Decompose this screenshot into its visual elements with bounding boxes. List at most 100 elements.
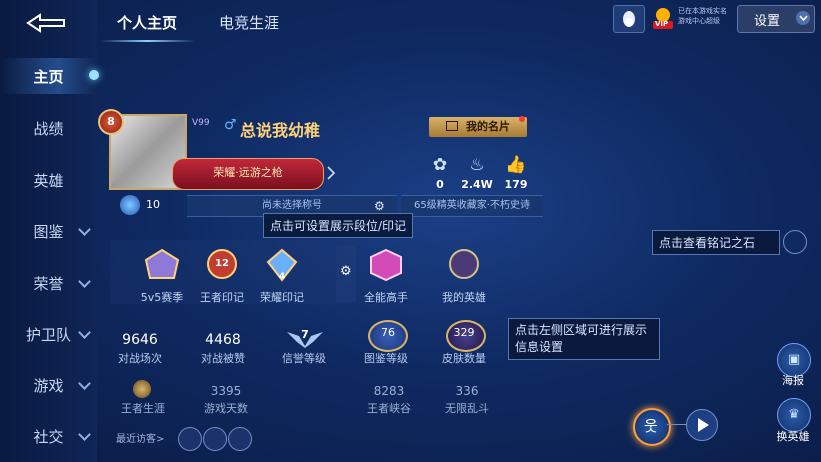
nav-label: 社交 (33, 427, 64, 446)
qq-penguin-icon (623, 11, 635, 27)
male-icon: ♂ (224, 117, 237, 133)
honor-banner[interactable]: 荣耀·远游之枪 (172, 158, 324, 190)
play-button[interactable] (686, 409, 718, 441)
tab-profile[interactable]: 个人主页 (117, 12, 177, 33)
game-days-label: 游戏天数 (204, 402, 248, 415)
sidebar: 主页 战绩 英雄 图鉴 荣誉 护卫队 游戏 社交 (0, 0, 99, 462)
play-icon (698, 418, 709, 432)
nav-label: 荣誉 (33, 274, 64, 293)
nav-label: 游戏 (33, 376, 64, 395)
inscription-tooltip: 点击查看铭记之石 (652, 230, 780, 255)
king-career-label[interactable]: 王者生涯 (108, 400, 178, 416)
nav-item-guard[interactable]: 护卫队 (0, 316, 97, 352)
change-hero-icon: ♛ (788, 407, 800, 422)
hero-portrait-icon[interactable] (446, 248, 482, 282)
all-round-icon (370, 248, 402, 282)
player-name: 总说我幼稚 (240, 121, 321, 140)
popularity-count: 2.4W (461, 178, 493, 191)
segment-tooltip: 点击可设置展示段位/印记 (263, 213, 414, 238)
nav-label: 战绩 (33, 119, 64, 138)
nav-label: 护卫队 (25, 325, 71, 344)
vip-badge: VIP (655, 20, 669, 28)
visitor-avatar[interactable] (228, 427, 252, 451)
game-days-count: 3395 (210, 384, 242, 398)
card-button-label: 我的名片 (466, 120, 510, 133)
king-career-icon (133, 380, 151, 398)
qq-button[interactable] (613, 5, 645, 33)
nav-label: 图鉴 (33, 222, 64, 241)
vip-line1: 已在本游戏实名 (678, 7, 727, 15)
card-icon (446, 121, 458, 131)
chevron-down-icon (78, 428, 91, 441)
likes-count: 179 (504, 178, 528, 191)
glory-mark-label: 荣耀印记 (260, 291, 304, 304)
glory-mark-level: 4 (278, 272, 286, 282)
skin-count: 329 (453, 326, 475, 339)
all-round-label: 全能高手 (364, 291, 408, 304)
battles-label: 对战场次 (118, 352, 162, 365)
hero-pose-button[interactable]: 웃 (633, 408, 671, 446)
vip-level: V99 (192, 118, 210, 128)
collection-label: 图鉴等级 (364, 352, 408, 365)
season-badge-icon (144, 248, 180, 279)
collector-title-text: 65级精英收藏家·不朽史诗 (414, 200, 530, 211)
notification-dot (519, 116, 525, 122)
chevron-down-icon (78, 275, 91, 288)
skin-label: 皮肤数量 (442, 352, 486, 365)
nav-item-game[interactable]: 游戏 (0, 367, 97, 403)
poster-icon: ▣ (787, 352, 801, 367)
person-icon: 웃 (644, 417, 658, 435)
poster-label: 海报 (782, 374, 804, 387)
display-tooltip: 点击左侧区域可进行展示信息设置 (508, 318, 660, 360)
collection-level: 76 (381, 326, 395, 339)
my-hero-label[interactable]: 我的英雄 (429, 289, 499, 305)
flower-icon: ✿ (432, 155, 448, 175)
canyon-count: 8283 (373, 384, 405, 398)
rank-emblem: 10 (120, 195, 160, 215)
tab-underline (100, 40, 195, 42)
visitor-avatar[interactable] (203, 427, 227, 451)
thumbs-up-icon: 👍 (505, 155, 527, 175)
visitor-avatar[interactable] (178, 427, 202, 451)
inscription-button[interactable] (783, 230, 807, 254)
nav-label: 主页 (33, 67, 64, 86)
nav-label: 英雄 (33, 171, 64, 190)
level-badge: 8 (98, 109, 124, 135)
collector-title[interactable]: 65级精英收藏家·不朽史诗 (401, 195, 543, 217)
flower-count: 0 (436, 178, 444, 191)
recent-visitors-link[interactable]: 最近访客> (116, 430, 164, 445)
divider (667, 424, 687, 425)
flame-icon: ♨ (469, 155, 485, 175)
vip-line2: 游戏中心超级 (678, 17, 720, 25)
tab-esports[interactable]: 电竞生涯 (219, 12, 279, 33)
credit-level: 7 (301, 328, 309, 341)
credit-label: 信誉等级 (282, 352, 326, 365)
vip-status[interactable]: 已在本游戏实名 游戏中心超级 (678, 6, 734, 26)
nav-item-collection[interactable]: 图鉴 (0, 213, 97, 249)
chevron-down-icon (78, 326, 91, 339)
nav-item-records[interactable]: 战绩 (0, 110, 97, 146)
battles-count: 9646 (122, 332, 158, 348)
nav-item-honor[interactable]: 荣誉 (0, 265, 97, 301)
king-mark-level: 12 (215, 258, 229, 269)
change-hero-label: 换英雄 (776, 430, 810, 443)
my-card-button[interactable]: 我的名片 (429, 117, 527, 137)
brawl-count: 336 (455, 384, 479, 398)
nav-item-heroes[interactable]: 英雄 (0, 162, 97, 198)
chevron-right-icon[interactable] (326, 166, 336, 180)
canyon-label: 王者峡谷 (367, 402, 411, 415)
chevron-down-icon (78, 223, 91, 236)
change-hero-button[interactable]: ♛ (777, 398, 811, 432)
nav-item-social[interactable]: 社交 (0, 418, 97, 454)
nav-item-home[interactable]: 主页 (0, 58, 99, 94)
chevron-down-icon (78, 377, 91, 390)
settings-button[interactable]: 设置 (737, 5, 815, 33)
vip-icon: VIP (650, 5, 676, 31)
rank-value: 10 (146, 198, 160, 211)
banner-title: 荣耀·远游之枪 (213, 166, 283, 179)
gear-icon: ⚙ (340, 264, 352, 279)
settings-label: 设置 (754, 14, 781, 29)
back-arrow-icon[interactable] (24, 12, 68, 34)
brawl-label: 无限乱斗 (445, 402, 489, 415)
praised-count: 4468 (205, 332, 241, 348)
